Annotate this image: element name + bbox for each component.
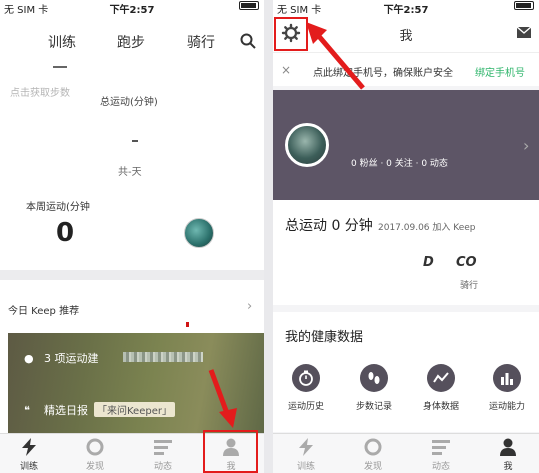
week-sport-value: 0: [56, 218, 75, 248]
stopwatch-icon: [292, 364, 320, 392]
chevron-right-icon[interactable]: ›: [523, 136, 529, 155]
get-steps-button[interactable]: 点击获取步数: [10, 84, 70, 99]
tab-train[interactable]: 训练: [48, 32, 76, 52]
chevron-right-icon[interactable]: ›: [247, 299, 252, 314]
sport-mark: CO: [456, 255, 477, 270]
search-icon[interactable]: [240, 33, 256, 49]
tabbar-label: 训练: [296, 462, 315, 472]
tab-run[interactable]: 跑步: [117, 32, 145, 52]
mail-icon[interactable]: [517, 27, 531, 38]
tabbar-feed[interactable]: 动态: [416, 437, 466, 472]
battery-icon: [239, 1, 259, 12]
banner-item-label: 3 项运动建: [44, 352, 99, 365]
total-sport-label: 总运动(分钟): [100, 97, 158, 108]
tabbar-label: 发现: [85, 462, 104, 472]
bind-phone-link[interactable]: 绑定手机号: [475, 64, 525, 79]
status-bar: 无 SIM 卡 下午2:57: [273, 0, 539, 16]
annotation-box-me-tab: [203, 430, 258, 473]
health-item-body[interactable]: 身体数据: [410, 364, 472, 412]
health-item-history[interactable]: 运动历史: [275, 364, 337, 412]
tabbar-discover[interactable]: 发现: [70, 437, 120, 472]
banner-chip: 「来问Keeper」: [94, 402, 175, 417]
lightning-icon: [281, 437, 331, 457]
health-item-label: 运动能力: [488, 402, 525, 412]
recommend-label: 今日 Keep 推荐: [8, 306, 80, 317]
user-icon: [483, 437, 533, 457]
right-phone-screen: 无 SIM 卡 下午2:57 我 × 点此绑定手机号，确保账户安全 绑定手机号 …: [273, 0, 539, 473]
ride-label: 骑行: [460, 281, 479, 291]
annotation-mark: [186, 322, 189, 327]
profile-stats: 0 粉丝 · 0 关注 · 0 动态: [351, 159, 448, 169]
health-title: 我的健康数据: [285, 330, 364, 345]
discover-icon: [70, 437, 120, 457]
banner-item-exercise[interactable]: ● 3 项运动建: [24, 350, 99, 366]
left-phone-screen: 无 SIM 卡 下午2:57 训练 跑步 骑行 点击获取步数 总运动(分钟) 共…: [0, 0, 264, 473]
tabbar-label: 我: [503, 462, 513, 472]
image-artifact: [123, 352, 203, 362]
footprint-icon: [360, 364, 388, 392]
health-item-steps[interactable]: 步数记录: [343, 364, 405, 412]
dumbbell-icon: ●: [24, 352, 34, 365]
profile-card[interactable]: 0 粉丝 · 0 关注 · 0 动态 ›: [273, 90, 539, 200]
annotation-arrow-icon: [208, 369, 237, 428]
tabbar-me[interactable]: 我: [483, 437, 533, 472]
close-icon[interactable]: ×: [281, 63, 291, 77]
clock: 下午2:57: [109, 5, 155, 16]
sport-mark: D: [423, 255, 434, 270]
total-sport-text: 总运动 0 分钟: [285, 218, 373, 234]
feed-icon: [138, 437, 188, 457]
trend-icon: [427, 364, 455, 392]
bar-chart-icon: [493, 364, 521, 392]
clock: 下午2:57: [383, 5, 429, 16]
tabbar-label: 动态: [153, 462, 172, 472]
battery-icon: [514, 1, 534, 12]
health-item-label: 身体数据: [422, 402, 459, 412]
banner-item-daily[interactable]: ❝ 精选日报 「来问Keeper」: [24, 402, 175, 418]
tabbar-label: 发现: [363, 462, 382, 472]
tabbar-train[interactable]: 训练: [4, 437, 54, 472]
feed-icon: [416, 437, 466, 457]
annotation-arrow-icon: [306, 22, 365, 90]
avatar[interactable]: [184, 218, 214, 248]
lightning-icon: [4, 437, 54, 457]
sport-summary-card[interactable]: 总运动 0 分钟 2017.09.06 加入 Keep D CO 骑行: [273, 200, 539, 305]
health-item-ability[interactable]: 运动能力: [476, 364, 538, 412]
total-sport-value: [132, 140, 138, 142]
tabbar-feed[interactable]: 动态: [138, 437, 188, 472]
join-date: 2017.09.06 加入 Keep: [378, 223, 476, 233]
top-tabs: 训练 跑步 骑行: [0, 28, 264, 58]
banner-item-label: 精选日报: [44, 404, 88, 417]
section-divider: [0, 270, 264, 280]
health-item-label: 运动历史: [287, 402, 324, 412]
tabbar-discover[interactable]: 发现: [348, 437, 398, 472]
quote-icon: ❝: [24, 404, 30, 417]
tabbar-train[interactable]: 训练: [281, 437, 331, 472]
week-sport-label: 本周运动(分钟: [26, 202, 90, 213]
tabbar-label: 训练: [19, 462, 38, 472]
health-item-label: 步数记录: [355, 402, 392, 412]
health-data-section: 我的健康数据 运动历史 步数记录 身体数据 运动能力: [273, 312, 539, 432]
status-bar: 无 SIM 卡 下午2:57: [0, 0, 264, 16]
avatar[interactable]: [285, 123, 329, 167]
tab-ride[interactable]: 骑行: [187, 32, 215, 52]
tabbar-label: 动态: [431, 462, 450, 472]
days-label: 共-天: [118, 167, 142, 178]
bottom-tabbar: 训练 发现 动态 我: [273, 433, 539, 473]
discover-icon: [348, 437, 398, 457]
tab-indicator: [53, 66, 67, 68]
